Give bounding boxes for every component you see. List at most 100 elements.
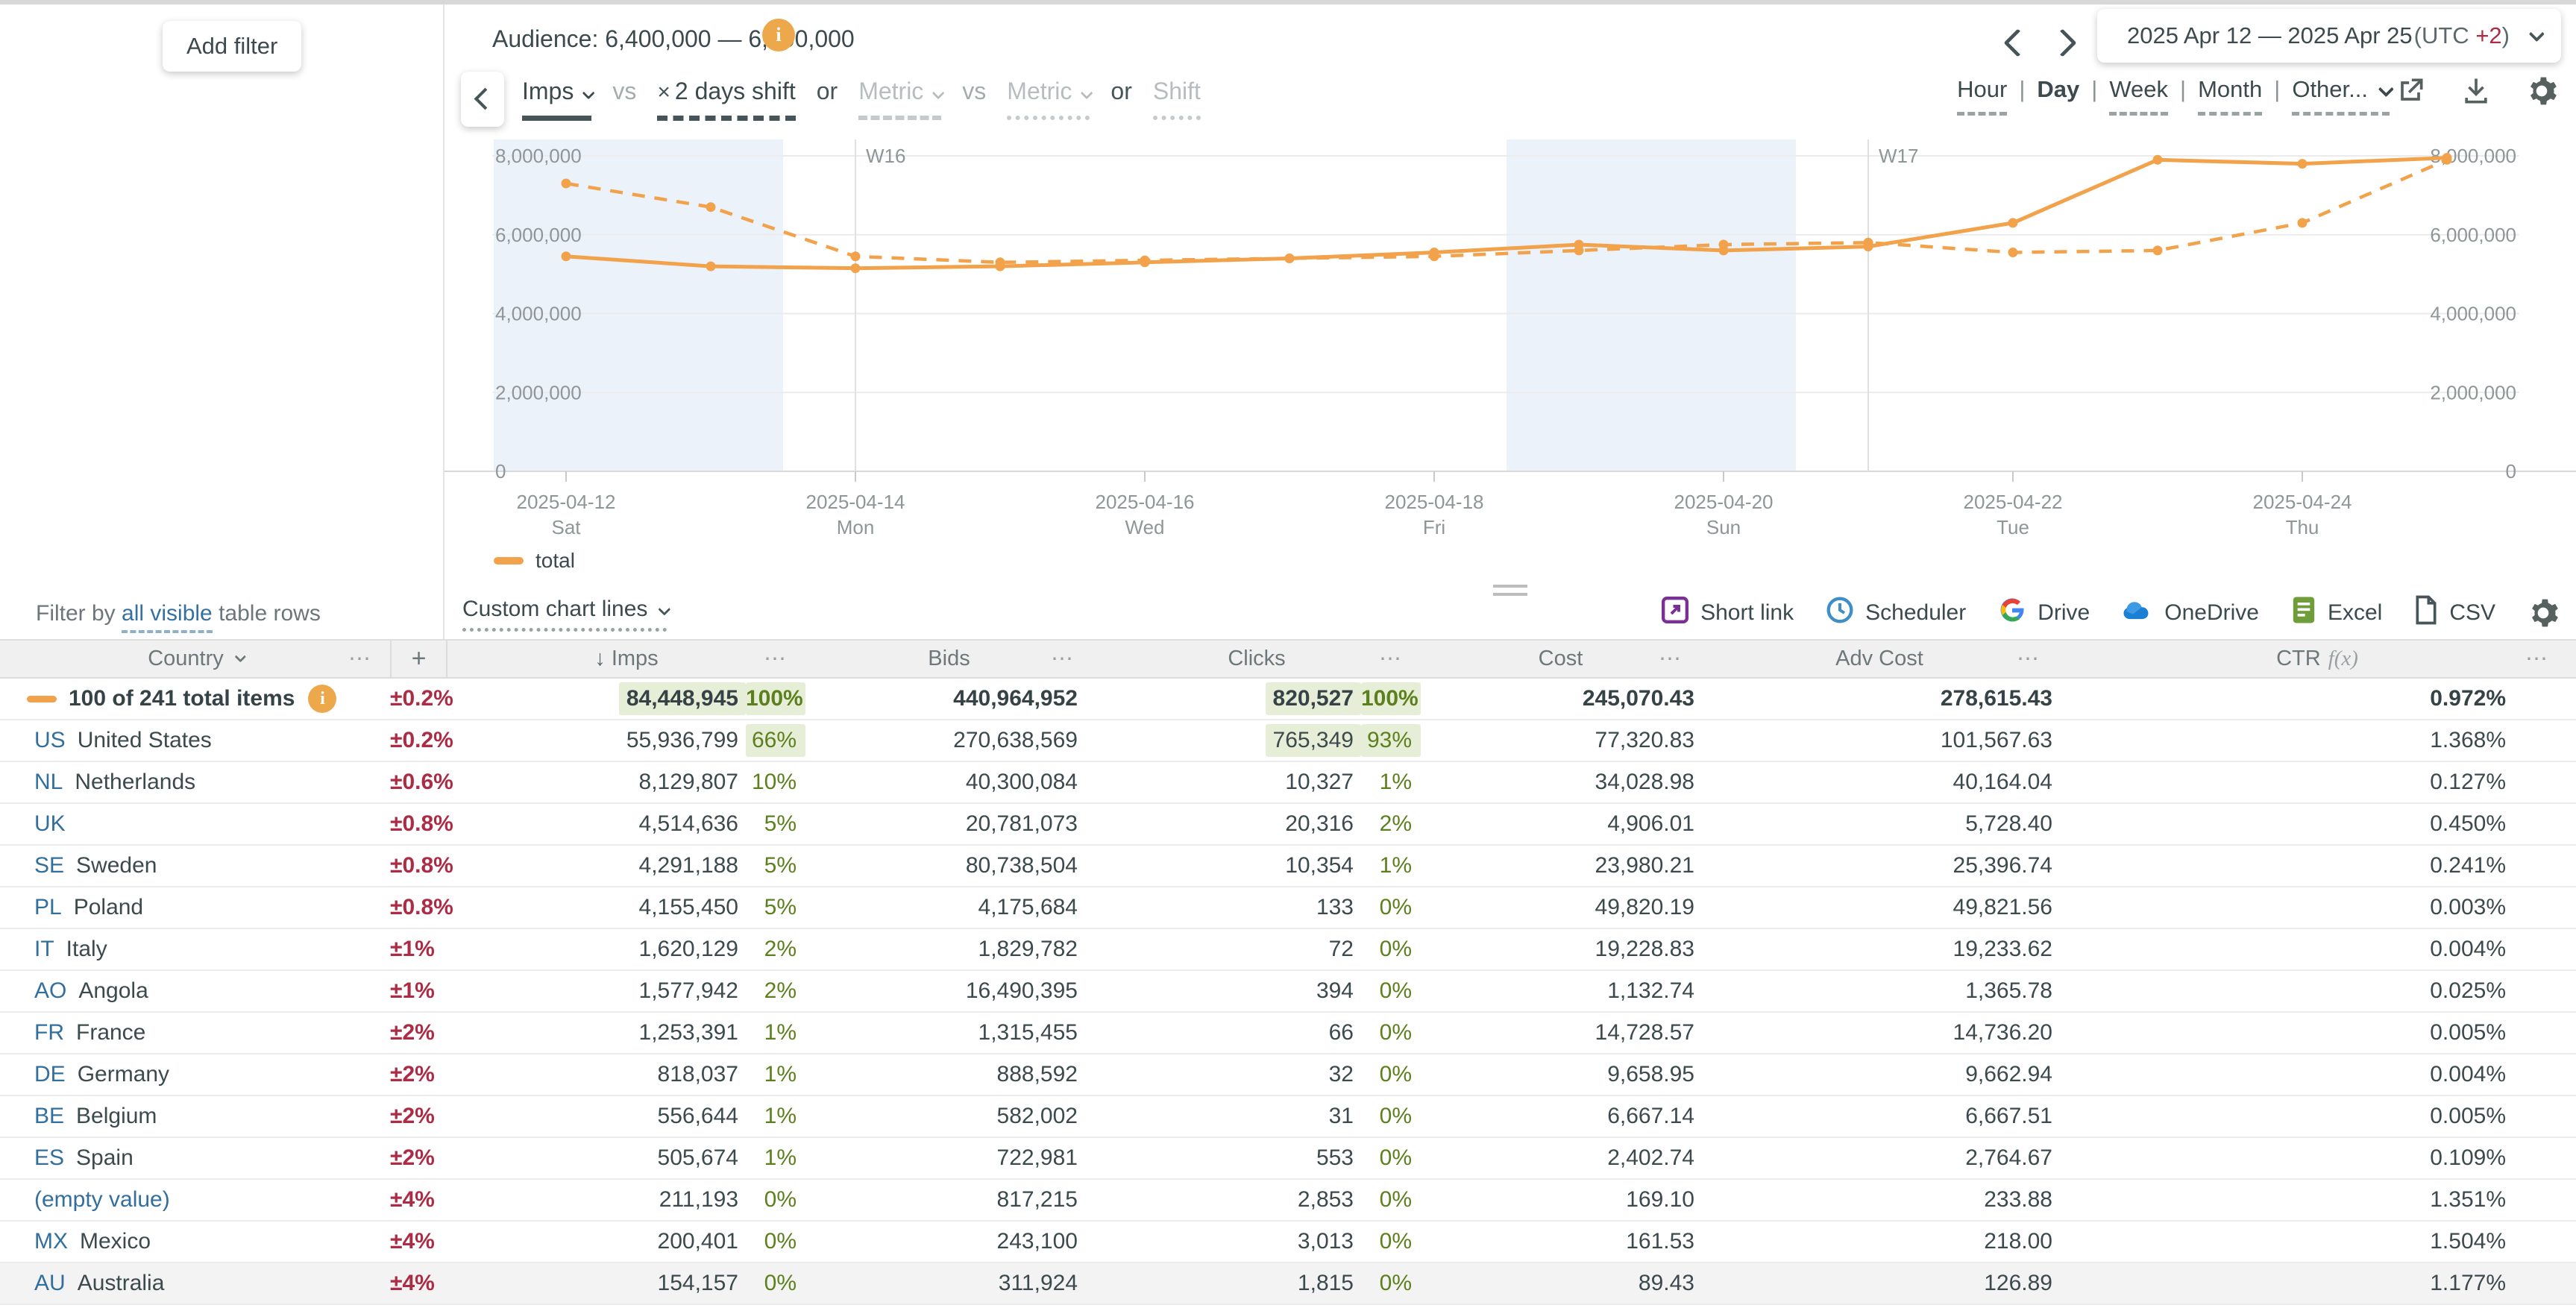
gear-icon[interactable] [2525,75,2558,107]
date-next-icon[interactable] [2051,28,2081,58]
metric-placeholder-2[interactable]: Metric [1007,78,1090,120]
export-onedrive-button[interactable]: OneDrive [2121,595,2259,631]
country-code-link[interactable]: FR [34,1020,64,1046]
export-excel-button[interactable]: Excel [2290,595,2382,631]
column-header-ctr[interactable]: CTRf(x)⋯ [2058,641,2576,677]
country-code-link[interactable]: SE [34,853,64,878]
country-code-link[interactable]: DE [34,1062,66,1087]
country-code-link[interactable]: AU [34,1271,66,1296]
data-point[interactable] [562,251,571,261]
data-point[interactable] [2008,218,2018,227]
table-row[interactable]: DEGermany±2%818,0371%888,592320%9,658.95… [0,1054,2576,1096]
table-row[interactable]: USUnited States±0.2%55,936,79966%270,638… [0,720,2576,762]
add-column-button[interactable]: + [390,641,447,677]
data-point[interactable] [2443,153,2452,163]
date-prev-icon[interactable] [2000,28,2030,58]
column-menu-icon[interactable]: ⋯ [1051,646,1075,672]
metric-placeholder-1[interactable]: Metric [858,78,941,120]
x-axis-weekday-label: Sat [551,516,581,538]
table-row[interactable]: PLPoland±0.8%4,155,4505%4,175,6841330%49… [0,887,2576,929]
export-drive-button[interactable]: Drive [1997,595,2090,631]
country-code-link[interactable]: NL [34,770,63,795]
column-menu-icon[interactable]: ⋯ [1379,646,1403,672]
data-point[interactable] [1140,257,1150,267]
info-icon[interactable]: i [308,685,336,713]
table-row[interactable]: (empty value)±4%211,1930%817,2152,8530%1… [0,1180,2576,1221]
table-row[interactable]: BEBelgium±2%556,6441%582,002310%6,667.14… [0,1096,2576,1138]
granularity-day[interactable]: Day [2037,76,2079,112]
country-code-link[interactable]: US [34,728,66,753]
granularity-month[interactable]: Month [2198,76,2262,116]
download-icon[interactable] [2460,75,2492,107]
column-header-cost[interactable]: Cost⋯ [1421,641,1700,677]
column-menu-icon[interactable]: ⋯ [1659,646,1683,672]
filter-by-all-visible-link[interactable]: all visible [122,601,213,633]
add-filter-button[interactable]: Add filter [163,21,301,72]
table-row[interactable]: SESweden±0.8%4,291,1885%80,738,50410,354… [0,846,2576,887]
data-point[interactable] [851,251,861,261]
data-point[interactable] [706,202,716,212]
export-short-link-button[interactable]: Short link [1660,595,1794,631]
country-code-link[interactable]: ES [34,1145,64,1171]
column-menu-icon[interactable]: ⋯ [2525,646,2549,672]
resize-handle[interactable] [1493,585,1527,601]
table-row[interactable]: ITItaly±1%1,620,1292%1,829,782720%19,228… [0,929,2576,971]
granularity-other[interactable]: Other... [2292,76,2390,116]
table-row[interactable]: FRFrance±2%1,253,3911%1,315,455660%14,72… [0,1013,2576,1054]
ctr-cell: 0.004% [2058,1062,2576,1087]
export-scheduler-button[interactable]: Scheduler [1825,595,1966,631]
table-row[interactable]: AOAngola±1%1,577,9422%16,490,3953940%1,1… [0,971,2576,1013]
table-row[interactable]: NLNetherlands±0.6%8,129,80710%40,300,084… [0,762,2576,804]
data-point[interactable] [1574,240,1584,250]
date-range-picker[interactable]: 2025 Apr 12 — 2025 Apr 25 (UTC +2) [2097,9,2561,63]
data-point[interactable] [996,262,1005,271]
shift-placeholder[interactable]: Shift [1153,78,1201,120]
granularity-week[interactable]: Week [2109,76,2168,116]
table-settings-gear-icon[interactable] [2527,597,2560,629]
column-menu-icon[interactable]: ⋯ [764,646,788,672]
data-point[interactable] [2008,248,2018,257]
table-row[interactable]: UK±0.8%4,514,6365%20,781,07320,3162%4,90… [0,804,2576,846]
country-code-link[interactable]: BE [34,1104,64,1129]
country-code-link[interactable]: IT [34,937,54,962]
ctr-cell: 0.127% [2058,770,2576,795]
column-header-imps[interactable]: ↓Imps⋯ [447,641,805,677]
data-point[interactable] [1430,248,1439,257]
metric-select-imps[interactable]: Imps [522,78,591,121]
chart-legend[interactable]: total [494,549,575,573]
data-point[interactable] [851,263,861,273]
clicks-cell: 10,3541% [1093,849,1421,882]
data-point[interactable] [2298,218,2308,227]
column-header-bids[interactable]: Bids⋯ [805,641,1093,677]
data-point[interactable] [562,179,571,189]
column-header-country[interactable]: Country⋯ [0,641,390,677]
country-code-link[interactable]: PL [34,895,62,920]
table-row[interactable]: MXMexico±4%200,4010%243,1003,0130%161.53… [0,1221,2576,1263]
country-code-link[interactable]: MX [34,1229,68,1254]
export-csv-button[interactable]: CSV [2413,595,2495,631]
column-menu-icon[interactable]: ⋯ [348,646,372,672]
data-point[interactable] [2298,159,2308,169]
audience-info-icon[interactable]: i [762,19,795,51]
custom-chart-lines-button[interactable]: Custom chart lines [462,597,667,632]
column-header-adv-cost[interactable]: Adv Cost⋯ [1700,641,2058,677]
data-point[interactable] [2153,245,2163,255]
data-point[interactable] [2153,155,2163,165]
country-code-link[interactable]: UK [34,811,66,837]
column-header-clicks[interactable]: Clicks⋯ [1093,641,1421,677]
data-point[interactable] [1285,254,1295,263]
collapse-chart-button[interactable] [461,72,504,127]
column-menu-icon[interactable]: ⋯ [2017,646,2041,672]
table-row[interactable]: AUAustralia±4%154,1570%311,9241,8150%89.… [0,1263,2576,1305]
data-point[interactable] [706,262,716,271]
table-row[interactable]: ESSpain±2%505,6741%722,9815530%2,402.742… [0,1138,2576,1180]
adv-cost-cell: 2,764.67 [1700,1145,2058,1171]
table-row-totals[interactable]: 100 of 241 total itemsi±0.2%84,448,94510… [0,679,2576,720]
open-in-new-icon[interactable] [2394,75,2427,107]
shift-chip[interactable]: ×2 days shift [657,78,795,121]
data-point[interactable] [1719,245,1729,255]
data-point[interactable] [1864,242,1873,251]
country-code-link[interactable]: AO [34,978,66,1004]
granularity-hour[interactable]: Hour [1957,76,2007,116]
remove-icon[interactable]: × [657,80,670,104]
